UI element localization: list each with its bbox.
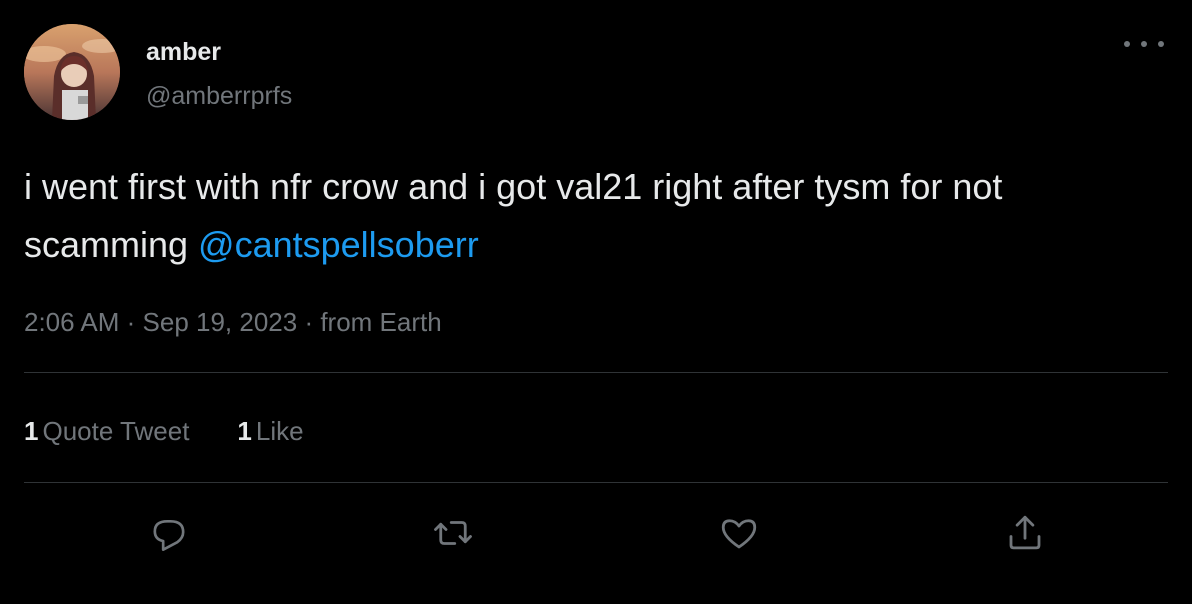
tweet-source: from Earth — [320, 307, 442, 337]
more-dot — [1141, 41, 1147, 47]
avatar[interactable] — [24, 24, 120, 120]
reply-icon — [153, 520, 185, 551]
avatar-image — [24, 24, 120, 120]
divider — [24, 482, 1168, 483]
tweet-text: i went first with nfr crow and i got val… — [24, 158, 1174, 274]
more-dot — [1158, 41, 1164, 47]
like-button[interactable] — [714, 508, 764, 558]
reply-button[interactable] — [144, 508, 194, 558]
heart-icon — [721, 519, 757, 549]
more-dot — [1124, 41, 1130, 47]
action-bar — [0, 508, 1192, 560]
quote-count: 1 — [24, 416, 39, 446]
like-count: 1 — [237, 416, 252, 446]
tweet-time[interactable]: 2:06 AM — [24, 307, 119, 337]
mention-link[interactable]: @cantspellsoberr — [198, 224, 479, 265]
display-name[interactable]: amber — [146, 36, 221, 68]
share-button[interactable] — [1000, 508, 1050, 558]
tweet-date[interactable]: Sep 19, 2023 — [143, 307, 298, 337]
quote-label: Quote Tweet — [42, 416, 190, 446]
meta-separator: · — [119, 307, 143, 337]
divider — [24, 372, 1168, 373]
more-options-button[interactable] — [1124, 34, 1164, 54]
tweet-detail: amber @amberrprfs i went first with nfr … — [0, 0, 1192, 604]
retweet-icon — [434, 521, 472, 545]
likes-stat[interactable]: 1 Like — [237, 413, 303, 449]
retweet-button[interactable] — [428, 508, 478, 558]
tweet-body: i went first with nfr crow and i got val… — [24, 166, 1003, 265]
tweet-metadata: 2:06 AM · Sep 19, 2023 · from Earth — [24, 304, 442, 340]
like-label: Like — [255, 416, 304, 446]
share-icon — [1009, 515, 1041, 550]
tweet-stats: 1 Quote Tweet 1 Like — [24, 413, 304, 449]
meta-separator: · — [297, 307, 321, 337]
user-handle[interactable]: @amberrprfs — [146, 80, 292, 112]
quote-tweets-stat[interactable]: 1 Quote Tweet — [24, 413, 189, 449]
